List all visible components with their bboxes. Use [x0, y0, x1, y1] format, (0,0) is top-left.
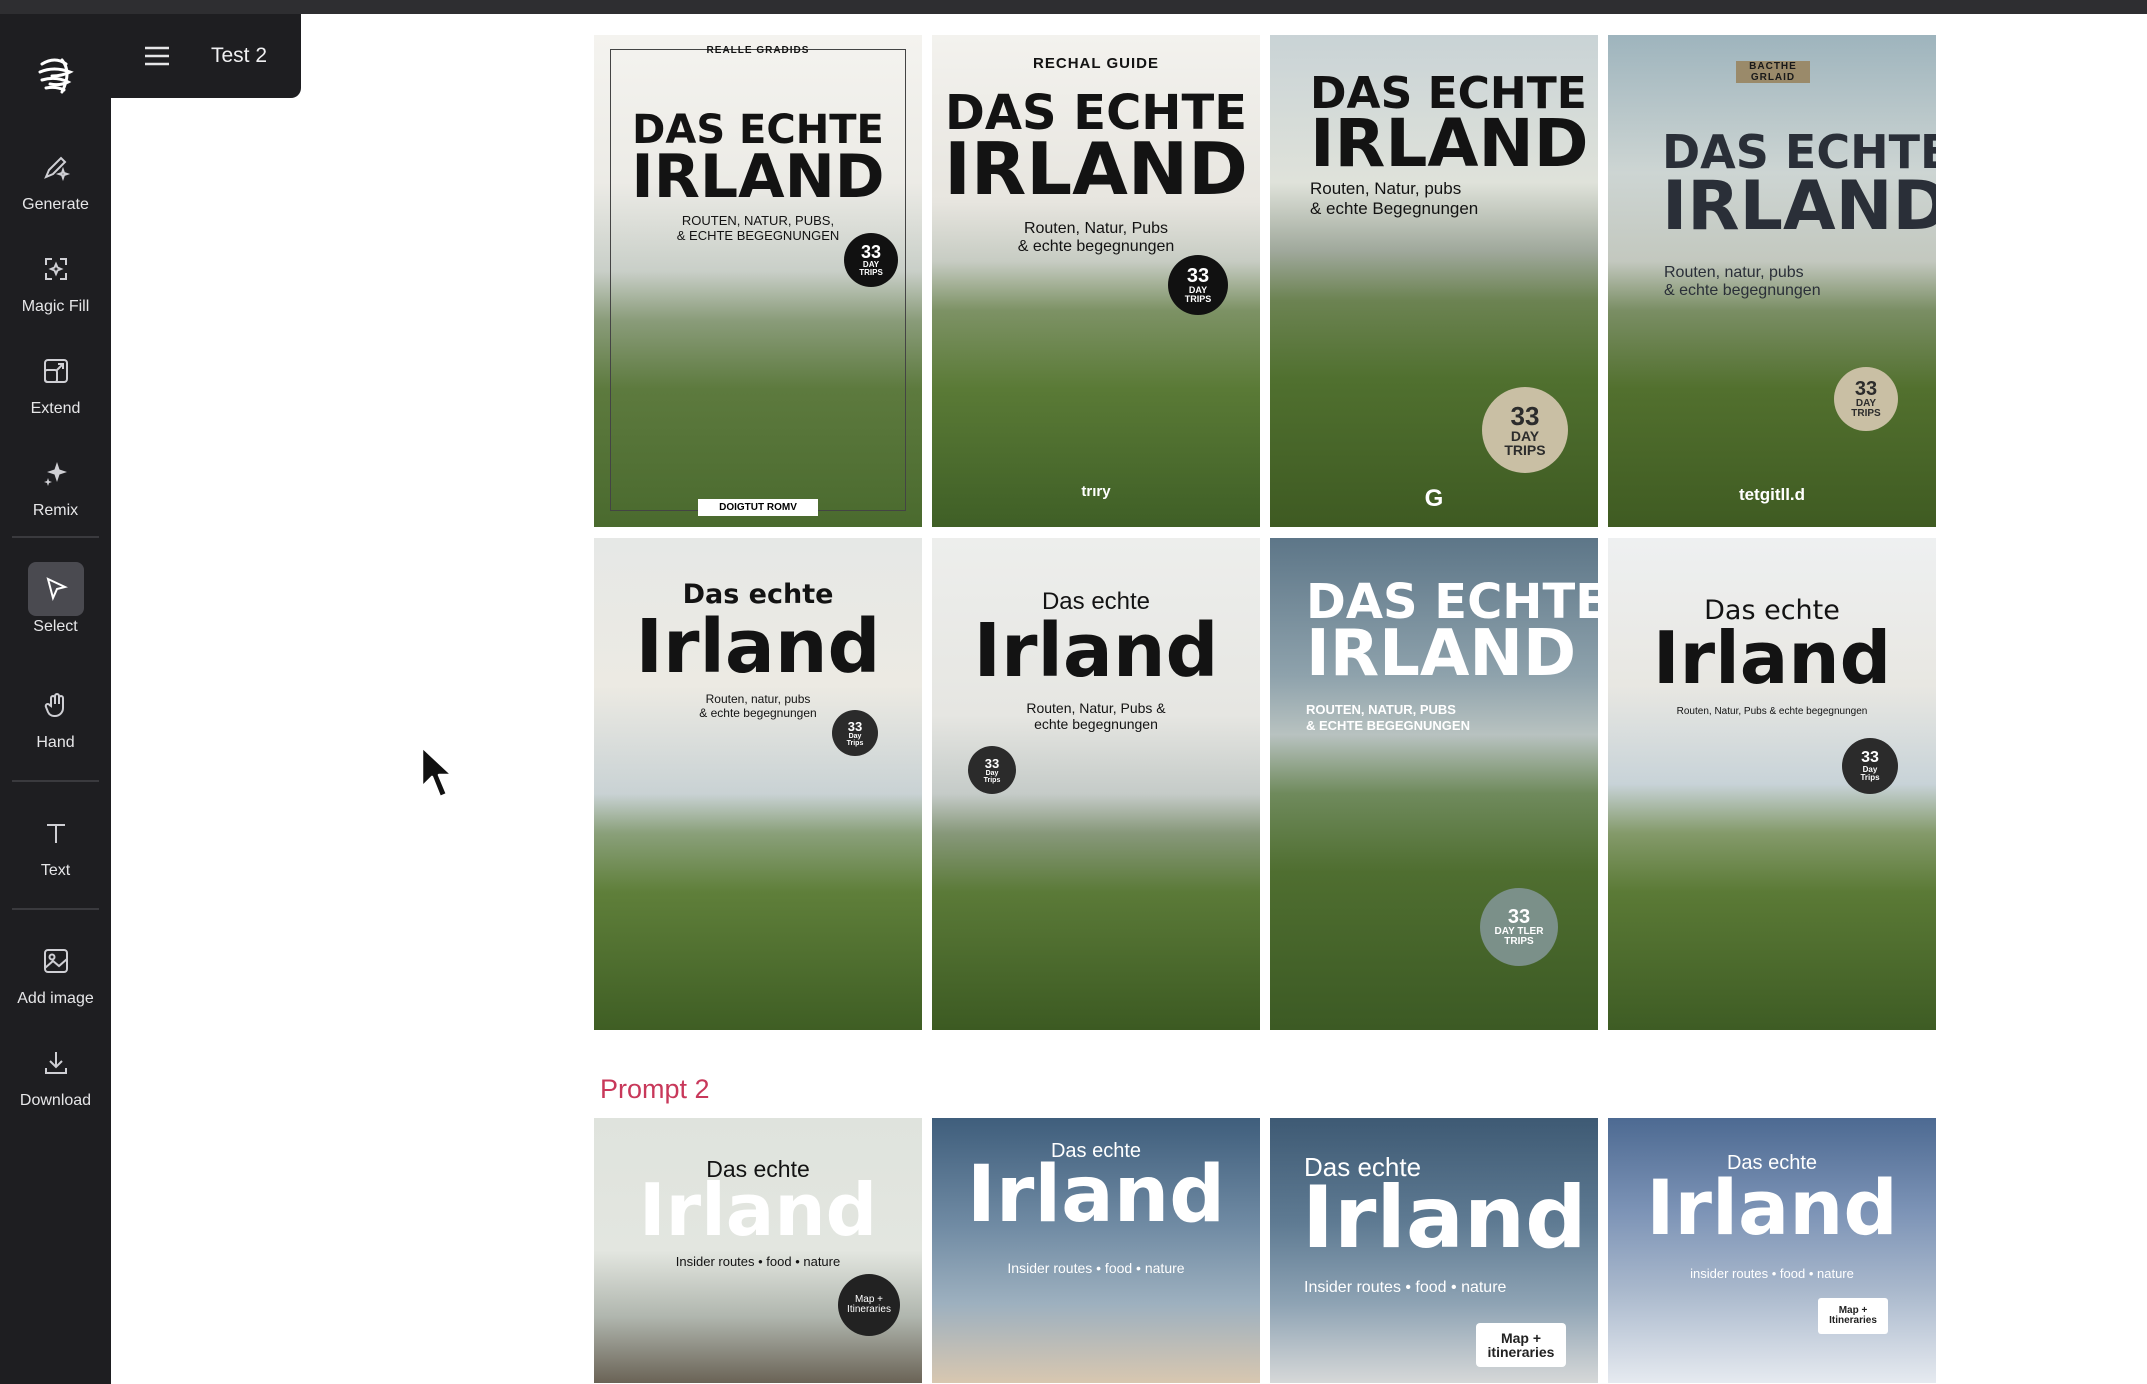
cover-kicker: BACTHE GRLAID: [1736, 61, 1810, 83]
day-trips-badge: 33 DAY TRIPS: [1482, 387, 1568, 473]
image-card[interactable]: Das echte Irland Insider routes • food •…: [1270, 1118, 1598, 1383]
cover-subtitle: Insider routes • food • nature: [675, 1254, 841, 1269]
cover-title-line2: Irland: [1302, 1168, 1587, 1268]
tool-label: Download: [19, 1092, 92, 1109]
cover-subtitle: Insider routes • food • nature: [1304, 1279, 1507, 1296]
tool-extend[interactable]: Extend: [0, 344, 111, 434]
project-title[interactable]: Test 2: [211, 44, 267, 68]
tool-magic-fill[interactable]: Magic Fill: [0, 242, 111, 332]
cover-title-line2: Irland: [973, 608, 1219, 694]
tool-text[interactable]: Text: [0, 806, 111, 896]
tool-label: Select: [33, 618, 78, 635]
cover-subtitle: Routen, Natur, Pubs &: [1026, 700, 1166, 716]
tool-divider: [12, 908, 99, 910]
tool-label: Remix: [32, 502, 79, 519]
tool-divider: [12, 536, 99, 538]
mouse-cursor-icon: [420, 745, 454, 806]
cover-subtitle: Routen, Natur, pubs: [1310, 179, 1462, 198]
pencil-sparkle-icon: [28, 140, 84, 194]
tool-label: Text: [40, 862, 71, 879]
day-trips-badge: 33 Day Trips: [832, 710, 878, 756]
image-card[interactable]: Das echte Irland insider routes • food •…: [1608, 1118, 1936, 1383]
tool-label: Hand: [36, 734, 75, 751]
cover-subtitle: & ECHTE BEGEGNUNGEN: [1306, 718, 1470, 733]
magic-fill-icon: [28, 242, 84, 296]
cover-kicker: REALLE GRADIDS: [706, 45, 810, 56]
tool-label: Generate: [22, 196, 89, 213]
cover-subtitle: ROUTEN, NATUR, PUBS: [1306, 702, 1456, 717]
image-icon: [28, 934, 84, 988]
day-trips-badge: 33 DAY TRIPS: [844, 233, 898, 287]
tool-label: Extend: [30, 400, 81, 417]
app-logo-icon[interactable]: [22, 42, 88, 108]
cover-subtitle: & echte Begegnungen: [1310, 199, 1479, 218]
day-trips-badge: 33 DAY TLER TRIPS: [1480, 888, 1558, 966]
cover-title-line2: IRLAND: [631, 142, 885, 212]
cover-title-line2: Irland: [1652, 616, 1892, 700]
tool-hand[interactable]: Hand: [0, 678, 111, 768]
tool-divider: [12, 780, 99, 782]
tool-select[interactable]: Select: [0, 562, 111, 652]
image-card[interactable]: DAS ECHTE IRLAND Routen, Natur, pubs & e…: [1270, 35, 1598, 527]
pointer-icon: [27, 562, 84, 616]
image-card[interactable]: REALLE GRADIDS DAS ECHTE IRLAND ROUTEN, …: [594, 35, 922, 527]
cover-title-line2: Irland: [638, 1168, 878, 1252]
day-trips-badge: 33 DAY TRIPS: [1168, 255, 1228, 315]
prompt-section-label: Prompt 2: [600, 1074, 710, 1104]
tool-label: Add image: [17, 990, 94, 1007]
cover-subtitle: Insider routes • food • nature: [1007, 1260, 1185, 1276]
extend-icon: [28, 344, 84, 398]
tool-remix[interactable]: Remix: [0, 446, 111, 536]
cover-title-line2: IRLAND: [1310, 105, 1589, 182]
day-trips-badge: 33 Day Trips: [1842, 738, 1898, 794]
cover-subtitle: Routen, natur, pubs: [705, 692, 811, 706]
hand-icon: [28, 678, 84, 732]
cover-footer: trıry: [1081, 483, 1111, 500]
tool-generate[interactable]: Generate: [0, 140, 111, 230]
cover-title-line2: IRLAND: [944, 127, 1248, 211]
cover-subtitle: & echte begegnungen: [1664, 282, 1821, 299]
map-badge: Map + itineraries: [1476, 1323, 1566, 1367]
cover-footer: tetgitll.d: [1738, 485, 1806, 504]
map-badge: Map + Itineraries: [838, 1274, 900, 1336]
cover-title-line2: IRLAND: [1662, 167, 1936, 246]
cover-footer: G: [1424, 485, 1444, 512]
tool-download[interactable]: Download: [0, 1036, 111, 1126]
tool-sidebar: Generate Magic Fill Extend Remix Select …: [0, 14, 111, 1384]
image-card[interactable]: DAS ECHTE IRLAND ROUTEN, NATUR, PUBS & E…: [1270, 538, 1598, 1030]
cover-subtitle: insider routes • food • nature: [1690, 1266, 1854, 1281]
window-top-bar: [0, 0, 2147, 14]
image-card[interactable]: Das echte Irland Routen, Natur, Pubs & e…: [932, 538, 1260, 1030]
tool-label: Magic Fill: [21, 298, 90, 315]
image-card[interactable]: Das echte Irland Routen, Natur, Pubs & e…: [1608, 538, 1936, 1030]
sparkle-icon: [28, 446, 84, 500]
image-card[interactable]: Das echte Irland Insider routes • food •…: [932, 1118, 1260, 1383]
cover-subtitle: Routen, Natur, Pubs: [1023, 220, 1169, 237]
cover-title-line2: IRLAND: [1306, 617, 1577, 691]
image-card[interactable]: BACTHE GRLAID DAS ECHTE IRLAND Routen, n…: [1608, 35, 1936, 527]
cover-subtitle: & echte begegnungen: [1017, 238, 1175, 255]
day-trips-badge: 33 DAY TRIPS: [1834, 367, 1898, 431]
image-card[interactable]: RECHAL GUIDE DAS ECHTE IRLAND Routen, Na…: [932, 35, 1260, 527]
day-trips-badge: 33 Day Trips: [968, 746, 1016, 794]
cover-subtitle: ROUTEN, NATUR, PUBS,: [681, 213, 835, 228]
cover-footer: DOIGTUT ROMV: [698, 499, 818, 516]
map-badge: Map + Itineraries: [1818, 1298, 1888, 1334]
image-card[interactable]: Das echte Irland Routen, natur, pubs & e…: [594, 538, 922, 1030]
cover-kicker: RECHAL GUIDE: [1033, 55, 1159, 72]
cover-subtitle: Routen, natur, pubs: [1664, 264, 1804, 281]
cover-subtitle: Routen, Natur, Pubs & echte begegnungen: [1676, 706, 1868, 717]
tool-add-image[interactable]: Add image: [0, 934, 111, 1024]
cover-title-line2: Irland: [966, 1150, 1226, 1240]
cover-subtitle: echte begegnungen: [1034, 716, 1158, 732]
cover-title-line2: Irland: [635, 604, 881, 690]
hamburger-menu-icon[interactable]: [137, 36, 177, 76]
image-card[interactable]: Das echte Irland Insider routes • food •…: [594, 1118, 922, 1383]
project-header: Test 2: [111, 14, 301, 98]
text-icon: [28, 806, 84, 860]
cover-title-line2: Irland: [1646, 1163, 1898, 1252]
download-icon: [28, 1036, 84, 1090]
